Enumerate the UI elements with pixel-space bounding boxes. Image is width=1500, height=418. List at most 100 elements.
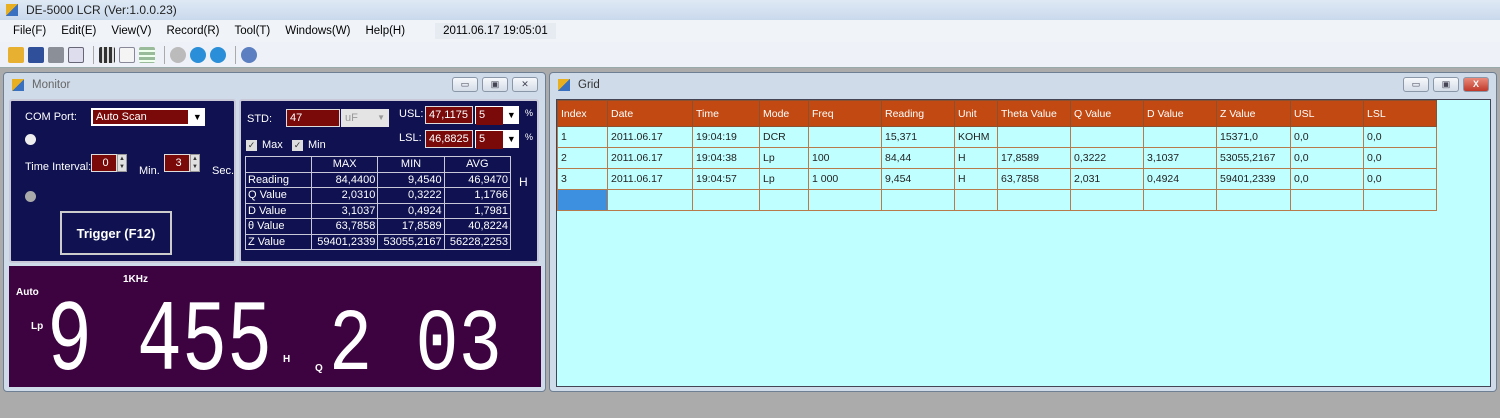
table-row[interactable]: 1 2011.06.17 19:04:19 DCR 15,371 KOHM 15371,0 0… xyxy=(557,126,1437,148)
menu-help[interactable]: Help(H) xyxy=(365,25,405,37)
grid-cell[interactable]: 2011.06.17 xyxy=(607,168,693,190)
minimize-button[interactable]: ▭ xyxy=(1403,77,1429,92)
grid-cell[interactable] xyxy=(997,189,1071,211)
maximize-button[interactable]: ▣ xyxy=(482,77,508,92)
play-icon[interactable] xyxy=(170,46,186,63)
radio-button[interactable] xyxy=(25,134,36,145)
grid-cell[interactable]: 9,454 xyxy=(881,168,955,190)
grid-cell[interactable]: 2,031 xyxy=(1070,168,1144,190)
grid-cell[interactable] xyxy=(1290,189,1364,211)
menu-file[interactable]: File(F) xyxy=(13,25,46,37)
column-header[interactable]: USL xyxy=(1290,100,1364,127)
menu-view[interactable]: View(V) xyxy=(111,25,151,37)
column-header[interactable]: Mode xyxy=(759,100,809,127)
lsl-percent-select[interactable]: 5 ▼ xyxy=(475,130,519,149)
grid-cell[interactable] xyxy=(1143,189,1217,211)
grid-cell[interactable]: KOHM xyxy=(954,126,998,148)
column-header[interactable]: Time xyxy=(692,100,760,127)
stop-icon[interactable] xyxy=(210,46,226,63)
column-header[interactable]: Reading xyxy=(881,100,955,127)
grid-cell[interactable]: 2 xyxy=(557,147,608,169)
grid-cell[interactable] xyxy=(954,189,998,211)
grid-cell[interactable]: 59401,2339 xyxy=(1216,168,1291,190)
close-button[interactable]: ✕ xyxy=(512,77,538,92)
min-checkbox[interactable]: ✓ Min xyxy=(292,139,326,151)
grid-cell[interactable]: 15371,0 xyxy=(1216,126,1291,148)
column-header[interactable]: Q Value xyxy=(1070,100,1144,127)
grid-cell[interactable]: 63,7858 xyxy=(997,168,1071,190)
menu-record[interactable]: Record(R) xyxy=(166,25,219,37)
column-header[interactable]: Theta Value xyxy=(997,100,1071,127)
seconds-stepper[interactable]: 3 ▲ ▼ xyxy=(164,154,200,172)
grid-cell[interactable]: 17,8589 xyxy=(997,147,1071,169)
grid-cell[interactable] xyxy=(1143,126,1217,148)
grid-cell[interactable]: DCR xyxy=(759,126,809,148)
grid-cell[interactable]: 19:04:57 xyxy=(692,168,760,190)
grid-cell[interactable]: 53055,2167 xyxy=(1216,147,1291,169)
print-preview-icon[interactable] xyxy=(68,46,84,63)
grid-cell[interactable]: 2011.06.17 xyxy=(607,147,693,169)
grid-cell[interactable]: 0,4924 xyxy=(1143,168,1217,190)
save-icon[interactable] xyxy=(28,46,44,63)
grid-cell[interactable]: 0,0 xyxy=(1363,168,1437,190)
grid-cell[interactable]: 0,3222 xyxy=(1070,147,1144,169)
help-icon[interactable] xyxy=(241,46,257,63)
max-checkbox[interactable]: ✓ Max xyxy=(246,139,283,151)
grid-cell[interactable] xyxy=(808,126,882,148)
grid-cell[interactable]: 1 000 xyxy=(808,168,882,190)
grid-cell[interactable]: 19:04:19 xyxy=(692,126,760,148)
grid-cell[interactable]: 0,0 xyxy=(1290,147,1364,169)
grid-cell[interactable]: 100 xyxy=(808,147,882,169)
grid-cell[interactable] xyxy=(881,189,955,211)
menu-edit[interactable]: Edit(E) xyxy=(61,25,96,37)
std-input[interactable]: 47 xyxy=(286,109,340,127)
maximize-button[interactable]: ▣ xyxy=(1433,77,1459,92)
std-unit-select[interactable]: uF ▼ xyxy=(341,109,389,127)
grid-cell[interactable]: 2011.06.17 xyxy=(607,126,693,148)
grid-cell[interactable]: 3 xyxy=(557,168,608,190)
print-icon[interactable] xyxy=(48,46,64,63)
grid-icon[interactable] xyxy=(139,46,155,63)
open-folder-icon[interactable] xyxy=(8,46,24,63)
grid-cell[interactable] xyxy=(997,126,1071,148)
pause-icon[interactable] xyxy=(190,46,206,63)
column-header[interactable]: D Value xyxy=(1143,100,1217,127)
table-row[interactable]: 3 2011.06.17 19:04:57 Lp 1 000 9,454 H 63,7858 2… xyxy=(557,168,1437,190)
grid-cell[interactable] xyxy=(557,189,608,211)
table-row[interactable] xyxy=(557,189,1437,211)
column-header[interactable]: Freq xyxy=(808,100,882,127)
grid-cell[interactable]: 3,1037 xyxy=(1143,147,1217,169)
menu-windows[interactable]: Windows(W) xyxy=(285,25,350,37)
grid-cell[interactable]: 0,0 xyxy=(1363,126,1437,148)
column-header[interactable]: Date xyxy=(607,100,693,127)
document-icon[interactable] xyxy=(119,46,135,63)
grid-cell[interactable]: H xyxy=(954,147,998,169)
grid-cell[interactable] xyxy=(692,189,760,211)
minimize-button[interactable]: ▭ xyxy=(452,77,478,92)
com-port-select[interactable]: Auto Scan ▼ xyxy=(91,108,205,126)
minutes-stepper[interactable]: 0 ▲ ▼ xyxy=(91,154,127,172)
grid-cell[interactable] xyxy=(1070,189,1144,211)
lsl-input[interactable]: 46,8825 xyxy=(425,130,473,148)
column-header[interactable]: Z Value xyxy=(1216,100,1291,127)
column-header[interactable]: Unit xyxy=(954,100,998,127)
grid-cell[interactable]: 19:04:38 xyxy=(692,147,760,169)
grid-cell[interactable]: 0,0 xyxy=(1290,168,1364,190)
grid-cell[interactable]: 15,371 xyxy=(881,126,955,148)
radio-button[interactable] xyxy=(25,191,36,202)
grid-cell[interactable]: 1 xyxy=(557,126,608,148)
grid-cell[interactable]: H xyxy=(954,168,998,190)
column-header[interactable]: Index xyxy=(557,100,608,127)
grid-cell[interactable] xyxy=(808,189,882,211)
grid-cell[interactable] xyxy=(1070,126,1144,148)
menu-tool[interactable]: Tool(T) xyxy=(234,25,270,37)
grid-cell[interactable]: 0,0 xyxy=(1363,147,1437,169)
close-button[interactable]: X xyxy=(1463,77,1489,92)
grid-cell[interactable]: Lp xyxy=(759,147,809,169)
grid-cell[interactable]: 0,0 xyxy=(1290,126,1364,148)
grid-cell[interactable]: Lp xyxy=(759,168,809,190)
trigger-button[interactable]: Trigger (F12) xyxy=(60,211,172,255)
grid-cell[interactable] xyxy=(1216,189,1291,211)
table-row[interactable]: 2 2011.06.17 19:04:38 Lp 100 84,44 H 17,8589 0,3… xyxy=(557,147,1437,169)
usl-percent-select[interactable]: 5 ▼ xyxy=(475,106,519,125)
